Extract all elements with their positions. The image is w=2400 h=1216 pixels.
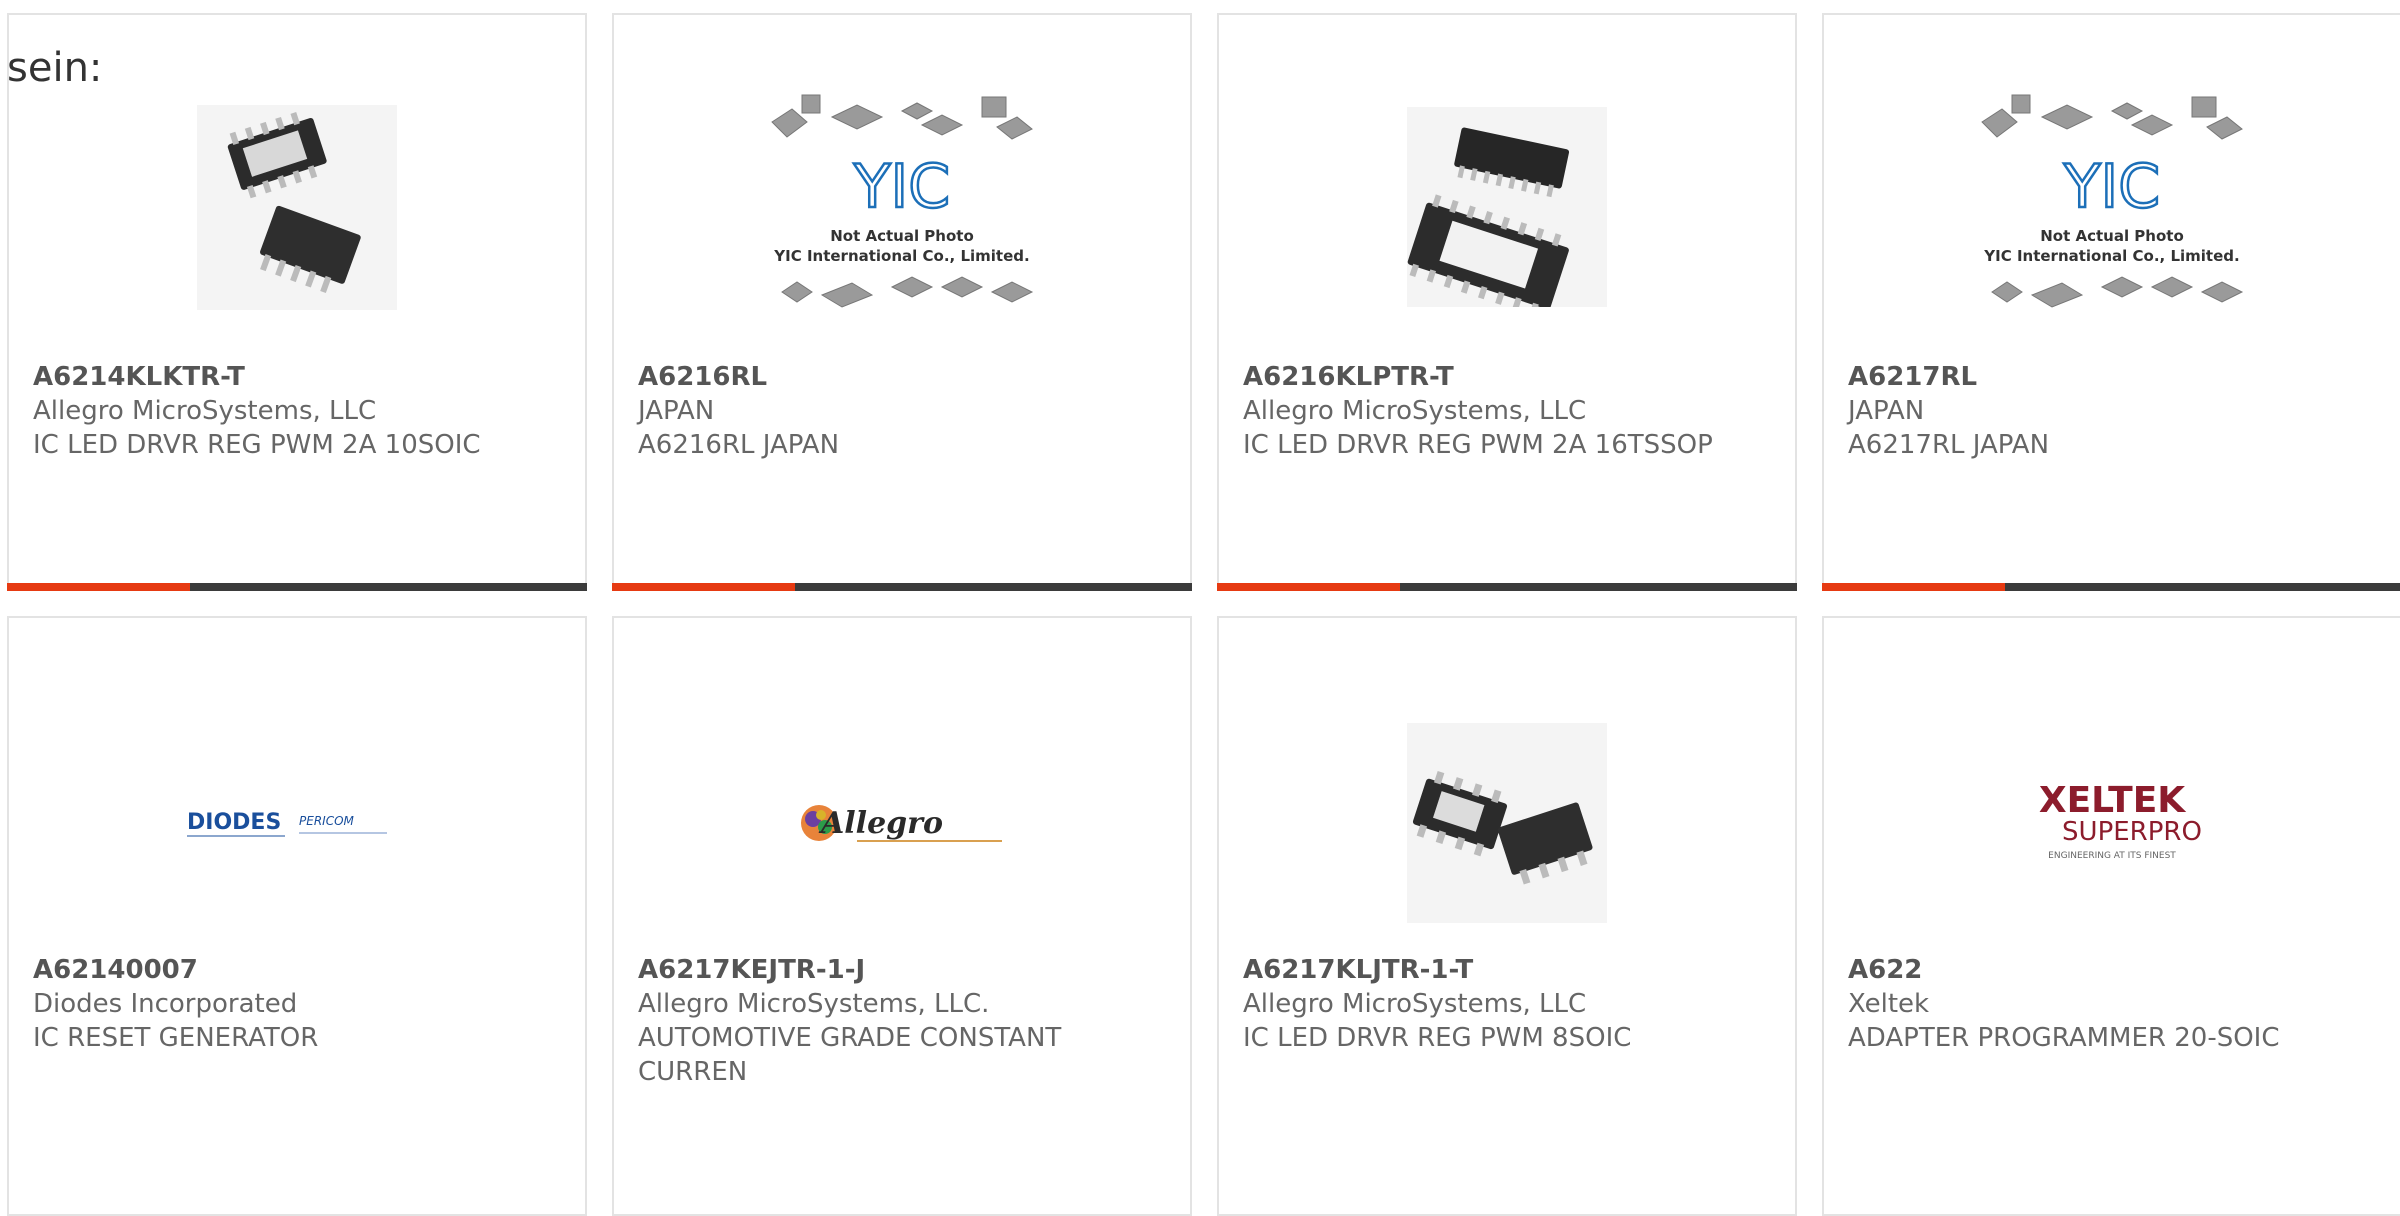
- manufacturer: Allegro MicroSystems, LLC: [1243, 989, 1587, 1019]
- card-bar-accent: [1217, 583, 1400, 591]
- card-bottom-bar: [1822, 583, 2400, 591]
- part-number[interactable]: A6217KLJTR-1-T: [1243, 953, 1775, 987]
- description: IC LED DRVR REG PWM 8SOIC: [1243, 1023, 1632, 1053]
- pericom-logo-text: PERICOM: [299, 814, 355, 828]
- part-number[interactable]: A6217RL: [1848, 360, 2380, 394]
- product-card[interactable]: YIC Not Actual Photo YIC International C…: [1822, 13, 2400, 591]
- product-info: A6217RL JAPAN A6217RL JAPAN: [1848, 360, 2380, 462]
- product-info: A6216RL JAPAN A6216RL JAPAN: [638, 360, 1170, 462]
- yic-placeholder-image: YIC Not Actual Photo YIC International C…: [771, 94, 1034, 308]
- chip-soic8-image: [1407, 723, 1607, 923]
- product-info: A6217KLJTR-1-T Allegro MicroSystems, LLC…: [1243, 953, 1775, 1055]
- manufacturer: Xeltek: [1848, 989, 1930, 1019]
- yic-logo: YIC: [853, 152, 950, 222]
- product-image[interactable]: Allegro: [614, 678, 1190, 968]
- diodes-pericom-logo: DIODES PERICOM: [187, 810, 387, 837]
- product-image[interactable]: DIODES PERICOM: [9, 678, 585, 968]
- product-image[interactable]: YIC Not Actual Photo YIC International C…: [614, 57, 1190, 357]
- product-image[interactable]: [1219, 57, 1795, 357]
- card-bar-accent: [612, 583, 795, 591]
- xeltek-logo-text: XELTEK: [2039, 780, 2186, 821]
- card-bottom-bar: [7, 583, 587, 591]
- allegro-logo-text: Allegro: [818, 806, 943, 841]
- product-image[interactable]: XELTEK SUPERPRO ENGINEERING AT ITS FINES…: [1824, 678, 2400, 968]
- description: AUTOMOTIVE GRADE CONSTANT CURREN: [638, 1023, 1062, 1087]
- description: IC LED DRVR REG PWM 2A 16TSSOP: [1243, 430, 1713, 460]
- product-image[interactable]: YIC Not Actual Photo YIC International C…: [1824, 57, 2400, 357]
- chip-soic10-image: [197, 104, 397, 310]
- part-number[interactable]: A6216RL: [638, 360, 1170, 394]
- yic-logo: YIC: [2063, 152, 2160, 222]
- product-image[interactable]: [1219, 678, 1795, 968]
- part-number[interactable]: A6216KLPTR-T: [1243, 360, 1775, 394]
- description: ADAPTER PROGRAMMER 20-SOIC: [1848, 1023, 2280, 1053]
- image-caption-2: YIC International Co., Limited.: [773, 247, 1029, 265]
- card-bar-accent: [1822, 583, 2005, 591]
- part-number[interactable]: A6217KEJTR-1-J: [638, 953, 1170, 987]
- product-info: A62140007 Diodes Incorporated IC RESET G…: [33, 953, 565, 1055]
- description: A6216RL JAPAN: [638, 430, 840, 460]
- yic-placeholder-image: YIC Not Actual Photo YIC International C…: [1981, 94, 2244, 308]
- manufacturer: JAPAN: [638, 396, 715, 426]
- chip-tssop16-image: [1407, 107, 1607, 307]
- superpro-logo-text: SUPERPRO: [2062, 817, 2202, 847]
- part-number[interactable]: A622: [1848, 953, 2380, 987]
- allegro-logo: Allegro: [801, 805, 1002, 842]
- description: IC LED DRVR REG PWM 2A 10SOIC: [33, 430, 481, 460]
- image-caption-1: Not Actual Photo: [830, 227, 974, 245]
- image-caption-2: YIC International Co., Limited.: [1983, 247, 2239, 265]
- product-image[interactable]: [9, 57, 585, 357]
- image-caption-1: Not Actual Photo: [2040, 227, 2184, 245]
- product-grid: A6214KLKTR-T Allegro MicroSystems, LLC I…: [7, 13, 2400, 1216]
- diodes-logo-text: DIODES: [187, 810, 281, 835]
- xeltek-superpro-logo: XELTEK SUPERPRO ENGINEERING AT ITS FINES…: [2039, 780, 2202, 861]
- product-card[interactable]: A6216KLPTR-T Allegro MicroSystems, LLC I…: [1217, 13, 1797, 591]
- card-bar-accent: [7, 583, 190, 591]
- description: IC RESET GENERATOR: [33, 1023, 319, 1053]
- card-bottom-bar: [612, 583, 1192, 591]
- prefix-text: sein:: [7, 45, 103, 91]
- part-number[interactable]: A6214KLKTR-T: [33, 360, 565, 394]
- product-card[interactable]: A6217KLJTR-1-T Allegro MicroSystems, LLC…: [1217, 616, 1797, 1216]
- xeltek-tagline: ENGINEERING AT ITS FINEST: [2048, 851, 2176, 861]
- part-number[interactable]: A62140007: [33, 953, 565, 987]
- manufacturer: Allegro MicroSystems, LLC: [1243, 396, 1587, 426]
- manufacturer: JAPAN: [1848, 396, 1925, 426]
- product-card[interactable]: YIC Not Actual Photo YIC International C…: [612, 13, 1192, 591]
- product-card[interactable]: Allegro A6217KEJTR-1-J Allegro MicroSyst…: [612, 616, 1192, 1216]
- manufacturer: Allegro MicroSystems, LLC: [33, 396, 377, 426]
- product-card[interactable]: A6214KLKTR-T Allegro MicroSystems, LLC I…: [7, 13, 587, 591]
- manufacturer: Diodes Incorporated: [33, 989, 298, 1019]
- manufacturer: Allegro MicroSystems, LLC.: [638, 989, 990, 1019]
- product-info: A6217KEJTR-1-J Allegro MicroSystems, LLC…: [638, 953, 1170, 1089]
- product-info: A622 Xeltek ADAPTER PROGRAMMER 20-SOIC: [1848, 953, 2380, 1055]
- description: A6217RL JAPAN: [1848, 430, 2050, 460]
- card-bottom-bar: [1217, 583, 1797, 591]
- product-card[interactable]: XELTEK SUPERPRO ENGINEERING AT ITS FINES…: [1822, 616, 2400, 1216]
- product-info: A6214KLKTR-T Allegro MicroSystems, LLC I…: [33, 360, 565, 462]
- product-card[interactable]: DIODES PERICOM A62140007 Diodes Incorpor…: [7, 616, 587, 1216]
- product-info: A6216KLPTR-T Allegro MicroSystems, LLC I…: [1243, 360, 1775, 462]
